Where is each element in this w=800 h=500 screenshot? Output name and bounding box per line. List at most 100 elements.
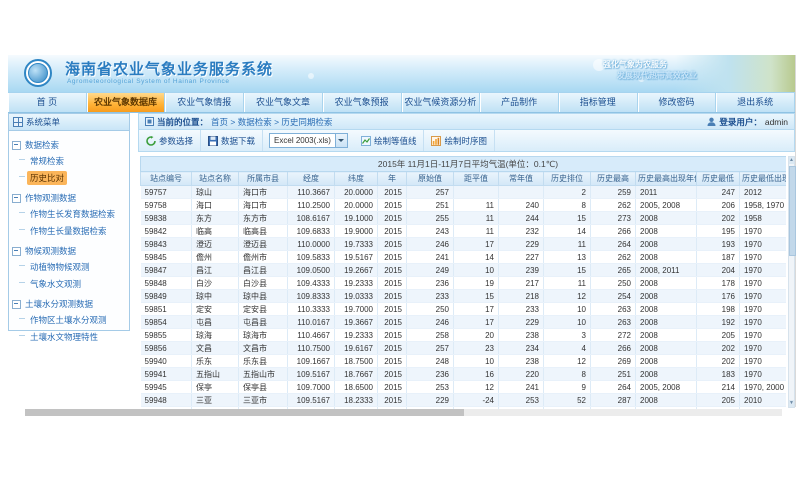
table-row: 59757琼山海口市110.366720.0000201525722592011… bbox=[141, 186, 787, 199]
sidebar-item[interactable]: 作物生长量数据检索 bbox=[27, 224, 110, 238]
table-cell: 1970 bbox=[740, 264, 787, 277]
table-cell: 263 bbox=[591, 316, 636, 329]
table-row: 59941五指山五指山市109.516718.76672015236162208… bbox=[141, 368, 787, 381]
table-cell: 18.7667 bbox=[335, 368, 378, 381]
sidebar-item[interactable]: 作物生长发育数据检索 bbox=[27, 207, 118, 221]
table-cell: 文昌市 bbox=[239, 342, 288, 355]
table-cell: 1970 bbox=[740, 290, 787, 303]
table-cell: 东方 bbox=[192, 212, 239, 225]
sidebar-item[interactable]: 常规检索 bbox=[27, 154, 67, 168]
table-cell: 227 bbox=[499, 251, 544, 264]
table-cell: 59843 bbox=[141, 238, 192, 251]
scroll-up-arrow-icon[interactable]: ▲ bbox=[789, 157, 794, 164]
table-cell: 19.2667 bbox=[335, 264, 378, 277]
table-cell: 109.4333 bbox=[288, 277, 335, 290]
table-cell: 59838 bbox=[141, 212, 192, 225]
refresh-icon bbox=[146, 136, 156, 146]
table-cell: 1970 bbox=[740, 238, 787, 251]
collapse-minus-icon[interactable] bbox=[12, 300, 21, 309]
nav-tab[interactable]: 首 页 bbox=[8, 93, 87, 112]
table-cell: 临高 bbox=[192, 225, 239, 238]
table-cell: 19.7333 bbox=[335, 238, 378, 251]
sidebar-item[interactable]: 气象水文观测 bbox=[27, 277, 84, 291]
table-row: 59838东方东方市108.616719.1000201525511244152… bbox=[141, 212, 787, 225]
table-cell: 220 bbox=[499, 368, 544, 381]
table-cell: 229 bbox=[499, 316, 544, 329]
sidebar-group-toggle[interactable]: 作物观测数据 bbox=[12, 192, 126, 204]
table-cell: 110.7500 bbox=[288, 342, 335, 355]
table-cell: 2012 bbox=[740, 186, 787, 199]
collapse-minus-icon[interactable] bbox=[12, 247, 21, 256]
draw-contour-button[interactable]: 绘制等值线 bbox=[354, 130, 425, 151]
sidebar-group: 土壤水分观测数据作物区土壤水分观测土壤水文物理特性 bbox=[12, 298, 126, 344]
table-cell: 229 bbox=[499, 238, 544, 251]
sidebar-group-toggle[interactable]: 数据检索 bbox=[12, 139, 126, 151]
nav-tab[interactable]: 农业气象情报 bbox=[165, 93, 244, 112]
sidebar-item[interactable]: 动植物物候观测 bbox=[27, 260, 93, 274]
table-cell: 259 bbox=[591, 186, 636, 199]
table-row: 59843澄迈澄迈县110.000019.7333201524617229112… bbox=[141, 238, 787, 251]
breadcrumb-prefix: 当前的位置： bbox=[157, 116, 208, 128]
table-cell: 19 bbox=[454, 277, 499, 290]
horizontal-scroll-thumb[interactable] bbox=[25, 409, 464, 416]
table-cell: 110.3333 bbox=[288, 303, 335, 316]
nav-tab[interactable]: 农业气候资源分析 bbox=[402, 93, 481, 112]
table-cell: 10 bbox=[544, 303, 591, 316]
table-cell: 10 bbox=[454, 355, 499, 368]
collapse-minus-icon[interactable] bbox=[12, 141, 21, 150]
table-cell: 273 bbox=[591, 212, 636, 225]
table-vertical-scrollbar[interactable]: ▲ ▼ bbox=[788, 156, 795, 408]
table-cell: 1970 bbox=[740, 368, 787, 381]
draw-timeseries-button[interactable]: 绘制时序图 bbox=[424, 130, 495, 151]
vertical-scroll-thumb[interactable] bbox=[789, 166, 796, 256]
table-cell: 19.0333 bbox=[335, 290, 378, 303]
breadcrumb[interactable]: 首页 > 数据检索 > 历史同期检索 bbox=[211, 116, 332, 128]
content-area: 系统菜单 数据检索常规检索历史比对作物观测数据作物生长发育数据检索作物生长量数据… bbox=[8, 113, 795, 409]
table-cell: 250 bbox=[591, 277, 636, 290]
table-cell: 59757 bbox=[141, 186, 192, 199]
table-cell: 262 bbox=[591, 199, 636, 212]
format-select[interactable]: Excel 2003(.xls) bbox=[269, 133, 348, 148]
table-cell: 110.2500 bbox=[288, 199, 335, 212]
data-download-button[interactable]: 数据下载 bbox=[201, 130, 263, 151]
nav-tab[interactable]: 农业气象数据库 bbox=[87, 93, 166, 112]
table-cell: 澄迈 bbox=[192, 238, 239, 251]
table-cell: 204 bbox=[697, 264, 740, 277]
nav-tab[interactable]: 修改密码 bbox=[638, 93, 717, 112]
nav-tab[interactable]: 指标管理 bbox=[559, 93, 638, 112]
table-cell: 11 bbox=[454, 199, 499, 212]
nav-tab[interactable]: 农业气象文章 bbox=[244, 93, 323, 112]
sidebar-tree: 数据检索常规检索历史比对作物观测数据作物生长发育数据检索作物生长量数据检索物候观… bbox=[9, 131, 129, 350]
table-cell: 243 bbox=[407, 225, 454, 238]
sidebar-item[interactable]: 作物区土壤水分观测 bbox=[27, 313, 110, 327]
scroll-down-arrow-icon[interactable]: ▼ bbox=[789, 400, 794, 407]
param-select-button[interactable]: 参数选择 bbox=[139, 130, 201, 151]
nav-tab[interactable]: 农业气象预报 bbox=[323, 93, 402, 112]
table-cell: 202 bbox=[697, 355, 740, 368]
column-header: 历史排位 bbox=[544, 172, 591, 186]
table-cell: 2015 bbox=[378, 355, 407, 368]
table-cell: 2005, 2008 bbox=[636, 199, 697, 212]
horizontal-scrollbar[interactable] bbox=[25, 409, 782, 416]
sidebar-item[interactable]: 历史比对 bbox=[27, 171, 67, 185]
table-cell: 266 bbox=[591, 342, 636, 355]
table-cell: 琼海市 bbox=[239, 329, 288, 342]
app-title: 海南省农业气象业务服务系统 bbox=[65, 58, 273, 79]
table-cell: 250 bbox=[407, 303, 454, 316]
table-cell: 2015 bbox=[378, 251, 407, 264]
sidebar-group-label: 物候观测数据 bbox=[25, 245, 76, 257]
sidebar-item[interactable]: 土壤水文物理特性 bbox=[27, 330, 101, 344]
table-cell: 3 bbox=[544, 329, 591, 342]
collapse-minus-icon[interactable] bbox=[12, 194, 21, 203]
table-cell: 109.1667 bbox=[288, 355, 335, 368]
table-cell: 198 bbox=[697, 303, 740, 316]
table-cell: 1970, 2000 bbox=[740, 381, 787, 394]
decor-bubble bbox=[308, 73, 314, 79]
nav-tab[interactable]: 退出系统 bbox=[716, 93, 795, 112]
chevron-down-icon[interactable] bbox=[335, 134, 347, 147]
table-cell: 18.2333 bbox=[335, 394, 378, 407]
nav-tab[interactable]: 产品制作 bbox=[480, 93, 559, 112]
sidebar-group-toggle[interactable]: 土壤水分观测数据 bbox=[12, 298, 126, 310]
sidebar: 系统菜单 数据检索常规检索历史比对作物观测数据作物生长发育数据检索作物生长量数据… bbox=[8, 113, 132, 409]
sidebar-group-toggle[interactable]: 物候观测数据 bbox=[12, 245, 126, 257]
